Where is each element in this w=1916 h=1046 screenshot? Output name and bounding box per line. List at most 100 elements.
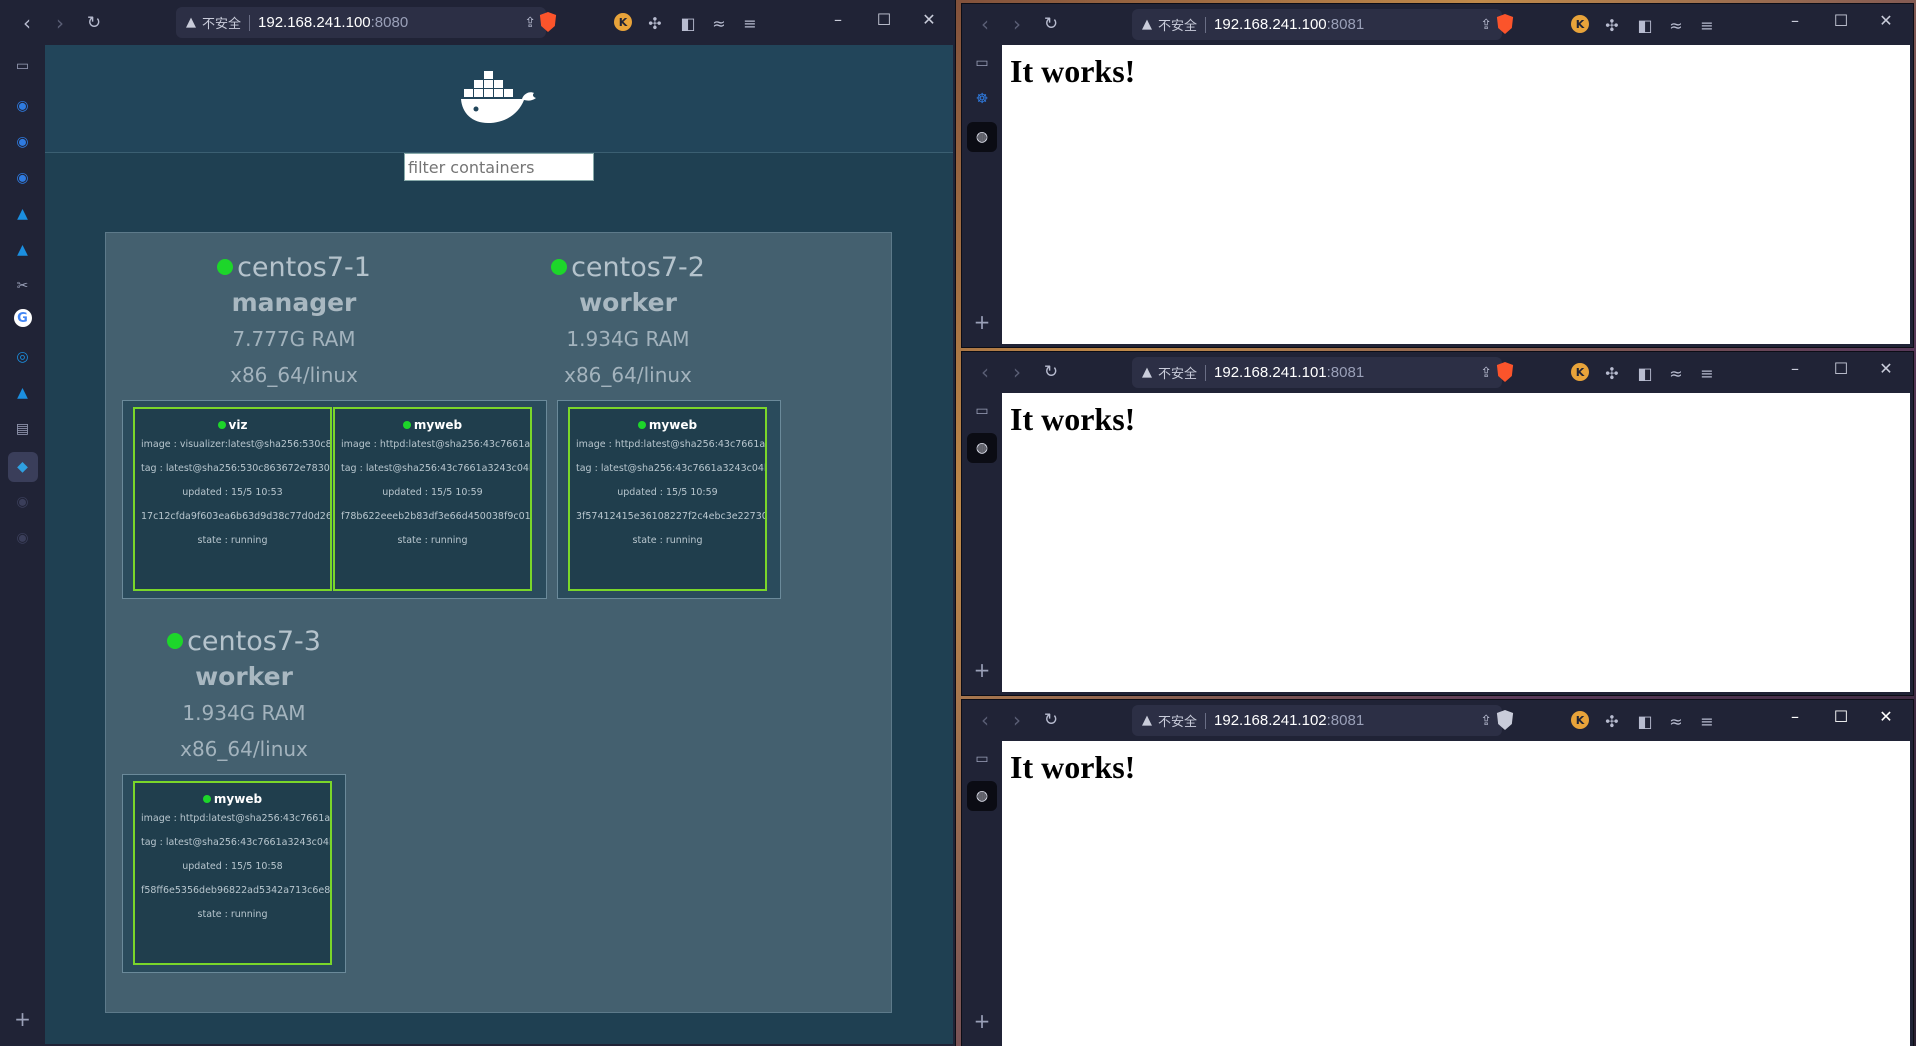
extension-icon[interactable]: K [614,13,632,31]
extension-icon[interactable]: K [1571,711,1589,729]
vpn-icon[interactable]: ≈ [1665,362,1687,384]
forward-icon[interactable]: › [45,8,75,38]
browser-sidebar: ▭ ◍ + [962,393,1002,695]
menu-icon[interactable]: ≡ [1696,710,1718,732]
back-icon[interactable]: ‹ [970,705,1000,735]
node-status-dot [217,259,234,275]
node-arch: x86_64/linux [180,737,308,761]
maximize-icon[interactable]: ☐ [872,10,896,29]
fade-icon[interactable]: ◉ [11,490,35,514]
close-icon[interactable]: ✕ [1874,11,1898,30]
share-icon[interactable]: ⇪ [1480,365,1492,381]
reload-icon[interactable]: ↻ [1036,357,1066,387]
maximize-icon[interactable]: ☐ [1829,707,1853,726]
extensions-puzzle-icon[interactable]: ✣ [1601,14,1623,36]
extensions-puzzle-icon[interactable]: ✣ [1601,710,1623,732]
forward-icon[interactable]: › [1002,705,1032,735]
document-icon[interactable]: ▤ [11,417,35,441]
vpn-icon[interactable]: ≈ [1665,710,1687,732]
minimize-icon[interactable]: – [1783,11,1807,30]
cluster-panel: centos7-1 manager 7.777G RAM x86_64/linu… [105,232,892,1013]
sidebar-toggle-icon[interactable]: ◧ [1634,362,1656,384]
add-panel-icon[interactable]: + [970,658,994,682]
page-heading: It works! [1010,401,1136,437]
address-bar[interactable]: ▲ 不安全 192.168.241.100 :8081 ⇪ [1132,9,1502,40]
google-icon[interactable]: G [13,309,32,327]
sidebar-toggle-icon[interactable]: ◧ [677,12,699,34]
container-card[interactable]: myweb image : httpd:latest@sha256:43c766… [133,781,332,965]
address-bar[interactable]: ▲ 不安全 192.168.241.102 :8081 ⇪ [1132,705,1502,736]
arch-icon[interactable]: ▲ [11,381,35,405]
back-icon[interactable]: ‹ [970,357,1000,387]
tool-icon[interactable]: ✂ [11,274,35,298]
crab-icon[interactable]: ☸ [970,87,994,111]
sidebar-toggle-icon[interactable]: ◧ [1634,14,1656,36]
share-icon[interactable]: ⇪ [1480,713,1492,729]
globe-icon[interactable]: ◍ [967,781,997,811]
container-status-dot [637,421,646,429]
container-title: myweb [135,792,330,806]
share-icon[interactable]: ⇪ [1480,17,1492,33]
extensions-puzzle-icon[interactable]: ✣ [644,12,666,34]
bookmark-icon[interactable]: ◉ [11,166,35,190]
docker-icon[interactable]: ◆ [7,452,38,482]
app-icon[interactable]: ◎ [11,345,35,369]
url-port: :8081 [1326,16,1365,33]
reload-icon[interactable]: ↻ [79,8,109,38]
sidebar-panel-icon[interactable]: ▭ [970,51,994,75]
forward-icon[interactable]: › [1002,357,1032,387]
address-bar[interactable]: ▲ 不安全 192.168.241.100 :8080 ⇪ [176,7,546,38]
container-title: viz [135,418,330,432]
arch-icon[interactable]: ▲ [11,238,35,262]
menu-icon[interactable]: ≡ [739,12,761,34]
container-card[interactable]: myweb image : httpd:latest@sha256:43c766… [333,407,532,591]
sidebar-panel-icon[interactable]: ▭ [11,54,35,78]
arch-icon[interactable]: ▲ [11,202,35,226]
extension-icon[interactable]: K [1571,363,1589,381]
container-status-dot [217,421,226,429]
bookmark-icon[interactable]: ◉ [11,94,35,118]
menu-icon[interactable]: ≡ [1696,362,1718,384]
extension-icon[interactable]: K [1571,15,1589,33]
sidebar-panel-icon[interactable]: ▭ [970,399,994,423]
container-card[interactable]: viz image : visualizer:latest@sha256:530… [133,407,332,591]
close-icon[interactable]: ✕ [1874,359,1898,378]
back-icon[interactable]: ‹ [970,9,1000,39]
share-icon[interactable]: ⇪ [524,15,536,31]
maximize-icon[interactable]: ☐ [1829,359,1853,378]
minimize-icon[interactable]: – [1783,707,1807,726]
container-image: image : httpd:latest@sha256:43c7661a32 [576,439,767,450]
visualizer-header [45,45,953,153]
filter-containers-input[interactable] [404,153,594,181]
close-icon[interactable]: ✕ [1874,707,1898,726]
page-content: It works! [1002,393,1910,692]
menu-icon[interactable]: ≡ [1696,14,1718,36]
globe-icon[interactable]: ◍ [967,122,997,152]
reload-icon[interactable]: ↻ [1036,705,1066,735]
node-container-box: myweb image : httpd:latest@sha256:43c766… [122,774,346,973]
globe-icon[interactable]: ◍ [967,433,997,463]
add-panel-icon[interactable]: + [11,1007,35,1031]
add-panel-icon[interactable]: + [970,310,994,334]
bookmark-icon[interactable]: ◉ [11,130,35,154]
warning-icon: ▲ [186,15,196,30]
sidebar-toggle-icon[interactable]: ◧ [1634,710,1656,732]
maximize-icon[interactable]: ☐ [1829,11,1853,30]
close-icon[interactable]: ✕ [917,10,941,29]
url-separator [1205,16,1207,33]
minimize-icon[interactable]: – [826,10,850,29]
minimize-icon[interactable]: – [1783,359,1807,378]
forward-icon[interactable]: › [1002,9,1032,39]
extensions-puzzle-icon[interactable]: ✣ [1601,362,1623,384]
node-ram: 1.934G RAM [566,327,690,351]
back-icon[interactable]: ‹ [12,8,42,38]
vpn-icon[interactable]: ≈ [1665,14,1687,36]
vpn-icon[interactable]: ≈ [708,12,730,34]
add-panel-icon[interactable]: + [970,1009,994,1033]
address-bar[interactable]: ▲ 不安全 192.168.241.101 :8081 ⇪ [1132,357,1502,388]
container-card[interactable]: myweb image : httpd:latest@sha256:43c766… [568,407,767,591]
sidebar-panel-icon[interactable]: ▭ [970,747,994,771]
node-role: worker [195,662,293,691]
fade-icon[interactable]: ◉ [11,526,35,550]
reload-icon[interactable]: ↻ [1036,9,1066,39]
